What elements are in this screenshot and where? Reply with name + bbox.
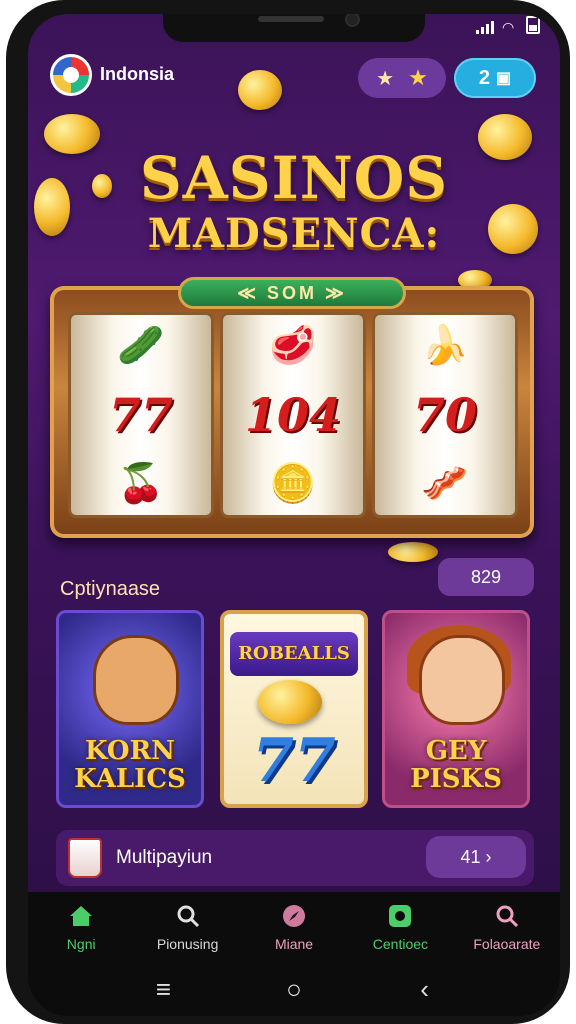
battery-icon <box>526 16 540 34</box>
bottom-nav: Ngni Pionusing Miane Centioec Folaoarate <box>28 892 560 962</box>
search-icon <box>174 902 202 930</box>
top-bar: Indonsia ★ ★ 2 ▣ <box>28 54 560 104</box>
chat-icon <box>386 902 414 930</box>
game-card-title-line1: GEY <box>425 736 487 766</box>
game-card-title: KORN KALICS <box>59 737 201 793</box>
star-icon: ★ <box>408 65 428 90</box>
nav-item-folaoarate[interactable]: Folaoarate <box>454 892 560 962</box>
game-cards: KORN KALICS ROBEALLS 77 GEY PISKS <box>56 610 532 810</box>
status-bar: ◠ <box>476 16 540 34</box>
slot-machine-label: ≪ SOM ≫ <box>178 277 406 309</box>
nav-item-centioec[interactable]: Centioec <box>347 892 453 962</box>
wallet-icon: ▣ <box>496 70 512 87</box>
slot-reels[interactable]: 🥒 77 🍒 🥩 104 🪙 🍌 70 🥓 <box>68 312 518 518</box>
reel-symbol: 🍒 <box>117 463 165 505</box>
nav-item-home[interactable]: Ngni <box>28 892 134 962</box>
nav-label: Ngni <box>66 936 96 952</box>
section-count-button[interactable]: 829 <box>438 558 534 596</box>
coin-decoration <box>258 680 322 724</box>
nav-label: Miane <box>274 936 314 952</box>
app-name: Indonsia <box>100 64 175 84</box>
app-logo[interactable] <box>50 54 92 96</box>
game-card-title-line2: KALICS <box>74 764 186 794</box>
section-title: Cptiynaase <box>60 578 161 600</box>
game-card-robealls[interactable]: ROBEALLS 77 <box>220 610 368 808</box>
front-camera <box>345 14 360 27</box>
reel-symbol: 🥩 <box>269 325 317 367</box>
nav-label: Folaoarate <box>473 936 541 952</box>
coin-decoration <box>238 70 282 110</box>
notch <box>163 14 425 42</box>
app-screen: ◠ Indonsia ★ ★ 2 ▣ SASINOS MADSENCA: 🥒 7… <box>28 14 560 1016</box>
reel-3: 🍌 70 🥓 <box>372 312 518 518</box>
wifi-icon: ◠ <box>502 19 515 35</box>
reel-seven: 70 <box>412 388 477 442</box>
game-card-title-line2: PISKS <box>410 764 502 794</box>
reel-symbol: 🍌 <box>421 325 469 367</box>
balance-value: 2 <box>478 66 490 89</box>
home-icon <box>67 902 95 930</box>
recents-icon[interactable]: ≡ <box>148 974 178 1005</box>
game-card-title-line1: KORN <box>85 736 175 766</box>
nav-item-pionusing[interactable]: Pionusing <box>134 892 240 962</box>
reel-2: 🥩 104 🪙 <box>220 312 366 518</box>
reel-symbol: 🪙 <box>269 463 317 505</box>
hero-title-line1: SASINOS <box>139 144 449 212</box>
nav-item-miane[interactable]: Miane <box>241 892 347 962</box>
character-avatar <box>93 635 179 725</box>
game-card-symbol: 77 <box>252 726 336 796</box>
rewards-button[interactable]: ★ ★ <box>358 58 446 98</box>
search-icon <box>493 902 521 930</box>
game-card-title: GEY PISKS <box>385 737 527 793</box>
multiplayer-label: Multipayiun <box>116 847 213 868</box>
balance-button[interactable]: 2 ▣ <box>454 58 536 98</box>
cup-icon <box>68 838 102 878</box>
coin-decoration <box>388 542 438 562</box>
nav-label: Centioec <box>372 936 429 952</box>
signal-icon <box>476 21 494 34</box>
reel-seven: 104 <box>244 388 342 442</box>
reel-1: 🥒 77 🍒 <box>68 312 214 518</box>
star-outline-icon: ★ <box>376 67 395 90</box>
system-nav-bar: ≡ ○ ‹ <box>28 962 560 1016</box>
back-icon[interactable]: ‹ <box>410 974 440 1005</box>
phone-frame: ◠ Indonsia ★ ★ 2 ▣ SASINOS MADSENCA: 🥒 7… <box>6 0 570 1024</box>
game-card-korn-kalics[interactable]: KORN KALICS <box>56 610 204 808</box>
reel-seven: 77 <box>108 388 173 442</box>
multiplayer-row[interactable]: Multipayiun 41 › <box>56 830 534 886</box>
hero-title-line2: MADSENCA: <box>147 210 441 257</box>
compass-icon <box>280 902 308 930</box>
game-card-banner: ROBEALLS <box>230 632 358 676</box>
reel-symbol: 🥓 <box>421 463 469 505</box>
reel-symbol: 🥒 <box>117 325 165 367</box>
speaker <box>258 16 324 22</box>
character-avatar <box>419 635 505 725</box>
nav-label: Pionusing <box>156 936 219 952</box>
home-circle-icon[interactable]: ○ <box>279 974 309 1005</box>
game-card-gey-pisks[interactable]: GEY PISKS <box>382 610 530 808</box>
multiplayer-count-button[interactable]: 41 › <box>426 836 526 878</box>
